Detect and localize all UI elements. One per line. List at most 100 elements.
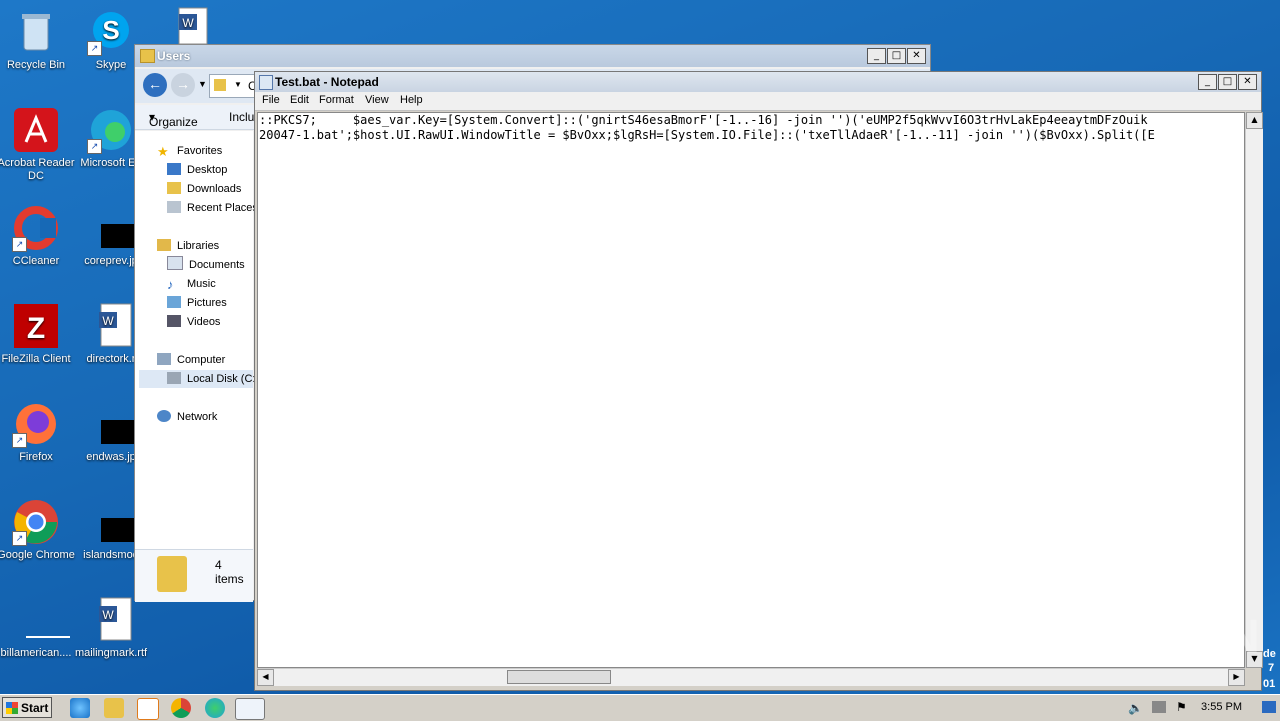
maximize-button[interactable]: □ — [1218, 74, 1237, 90]
desktop-icon-filezilla[interactable]: Z FileZilla Client — [0, 302, 75, 366]
edge-icon: ↗ — [87, 106, 135, 154]
file-explorer-icon[interactable] — [104, 698, 124, 718]
desktop-icon-ccleaner[interactable]: ↗ CCleaner — [0, 204, 75, 268]
menu-bar: File Edit Format View Help — [255, 92, 1261, 111]
skype-icon: S ↗ — [87, 8, 135, 56]
close-button[interactable]: ✕ — [907, 48, 926, 64]
vertical-scrollbar[interactable]: ▲ ▼ — [1245, 112, 1263, 668]
desktop-icon-mailingmark[interactable]: W mailingmark.rtf — [72, 596, 150, 660]
network-icon[interactable] — [1152, 701, 1166, 713]
desktop-icon-label: islandsmod — [83, 549, 139, 561]
svg-text:W: W — [102, 314, 114, 328]
chevron-down-icon[interactable]: ▼ — [198, 79, 207, 89]
nav-computer[interactable]: Computer — [157, 351, 225, 369]
menu-view[interactable]: View — [365, 94, 389, 106]
nav-local-disk[interactable]: Local Disk (C: — [139, 370, 255, 388]
shortcut-arrow-icon: ↗ — [87, 41, 102, 56]
downloads-icon — [167, 182, 181, 194]
recent-places-icon — [167, 201, 181, 213]
drive-icon — [167, 372, 181, 384]
horizontal-scroll-thumb[interactable] — [507, 670, 611, 684]
menu-help[interactable]: Help — [400, 94, 423, 106]
flag-icon[interactable]: ⚑ — [1176, 700, 1187, 714]
chrome-icon: ↗ — [12, 498, 60, 546]
svg-text:Z: Z — [27, 312, 45, 345]
nav-videos[interactable]: Videos — [167, 313, 220, 331]
ccleaner-icon: ↗ — [12, 204, 60, 252]
organize-button[interactable]: Organize ▾ — [149, 110, 198, 129]
folder-icon — [157, 556, 187, 592]
scroll-right-button[interactable]: ▶ — [1228, 669, 1245, 686]
shortcut-arrow-icon: ↗ — [12, 531, 27, 546]
desktop-icon-label: coreprev.jp — [84, 255, 138, 267]
desktop-icon-label: directork.r — [86, 353, 136, 365]
chrome-icon[interactable] — [171, 698, 191, 718]
desktop-icon-firefox[interactable]: ↗ Firefox — [0, 400, 75, 464]
desktop-icon-label: Microsoft Ed — [80, 157, 142, 169]
nav-music[interactable]: ♪ Music — [167, 275, 216, 293]
scroll-left-button[interactable]: ◀ — [257, 669, 274, 686]
notepad-titlebar[interactable]: Test.bat - Notepad _ □ ✕ — [255, 72, 1261, 92]
media-player-icon[interactable] — [137, 698, 159, 720]
close-button[interactable]: ✕ — [1238, 74, 1257, 90]
nav-libraries[interactable]: Libraries — [157, 237, 219, 255]
menu-file[interactable]: File — [262, 94, 280, 106]
edge-icon[interactable] — [205, 698, 225, 718]
shortcut-arrow-icon: ↗ — [12, 433, 27, 448]
desktop-icon-label: mailingmark.rtf — [74, 647, 148, 659]
details-pane: 4 items — [135, 549, 253, 602]
explorer-titlebar[interactable]: Users _ □ ✕ — [135, 45, 930, 67]
network-icon — [157, 410, 171, 422]
system-tray: 🔈 ⚑ 3:55 PM — [1120, 695, 1280, 721]
shortcut-arrow-icon: ↗ — [12, 237, 27, 252]
desktop-icon-label: Skype — [95, 59, 127, 71]
music-icon: ♪ — [167, 277, 174, 292]
libraries-icon — [157, 239, 171, 251]
scroll-up-button[interactable]: ▲ — [1246, 112, 1263, 129]
watermark: ANY RUN — [1036, 611, 1261, 664]
internet-explorer-icon[interactable] — [70, 698, 90, 718]
nav-documents[interactable]: Documents — [167, 256, 245, 274]
maximize-button[interactable]: □ — [887, 48, 906, 64]
nav-desktop[interactable]: Desktop — [167, 161, 227, 179]
text-editor[interactable]: ::PKCS7; $aes_var.Key=[System.Convert]::… — [257, 112, 1245, 668]
notepad-window[interactable]: Test.bat - Notepad _ □ ✕ File Edit Forma… — [254, 71, 1263, 691]
desktop-icon-label: Recycle Bin — [6, 59, 66, 71]
notepad-taskbar-button[interactable] — [235, 698, 265, 720]
clock[interactable]: 3:55 PM — [1201, 701, 1242, 713]
minimize-button[interactable]: _ — [867, 48, 886, 64]
start-button[interactable]: Start — [2, 697, 52, 718]
menu-edit[interactable]: Edit — [290, 94, 309, 106]
desktop-icon — [167, 163, 181, 175]
nav-recent-places[interactable]: Recent Places — [167, 199, 258, 217]
nav-network[interactable]: Network — [157, 408, 217, 426]
filezilla-icon: Z — [12, 302, 60, 350]
desktop-icon-chrome[interactable]: ↗ Google Chrome — [0, 498, 75, 562]
acrobat-icon — [12, 106, 60, 154]
folder-icon — [214, 79, 226, 91]
desktop-icon-label: Firefox — [19, 451, 53, 463]
include-in-library-button[interactable]: Inclu — [229, 110, 254, 124]
nav-favorites[interactable]: ★ Favorites — [157, 142, 222, 160]
show-desktop-icon[interactable] — [1262, 701, 1276, 713]
minimize-button[interactable]: _ — [1198, 74, 1217, 90]
desktop-edge-text: de — [1263, 648, 1276, 660]
nav-pictures[interactable]: Pictures — [167, 294, 227, 312]
forward-button[interactable]: → — [171, 73, 195, 97]
window-title: Test.bat - Notepad — [275, 75, 379, 89]
desktop-icon-billamerican[interactable]: billamerican.... — [0, 596, 75, 660]
back-button[interactable]: ← — [143, 73, 167, 97]
computer-icon — [157, 353, 171, 365]
notepad-icon — [259, 75, 273, 90]
desktop-icon-label: billamerican.... — [0, 647, 72, 659]
speaker-icon[interactable]: 🔈 — [1128, 701, 1143, 715]
desktop-icon-acrobat[interactable]: Acrobat Reader DC — [0, 106, 75, 183]
desktop-icon-recycle-bin[interactable]: Recycle Bin — [0, 8, 75, 72]
image-file-icon — [87, 204, 147, 252]
menu-format[interactable]: Format — [319, 94, 354, 106]
nav-downloads[interactable]: Downloads — [167, 180, 241, 198]
desktop-icon-label: Acrobat Reader DC — [0, 157, 75, 182]
image-file-icon — [87, 498, 147, 546]
horizontal-scrollbar[interactable]: ◀ ▶ — [257, 668, 1245, 686]
desktop-icon-label: FileZilla Client — [1, 353, 71, 365]
